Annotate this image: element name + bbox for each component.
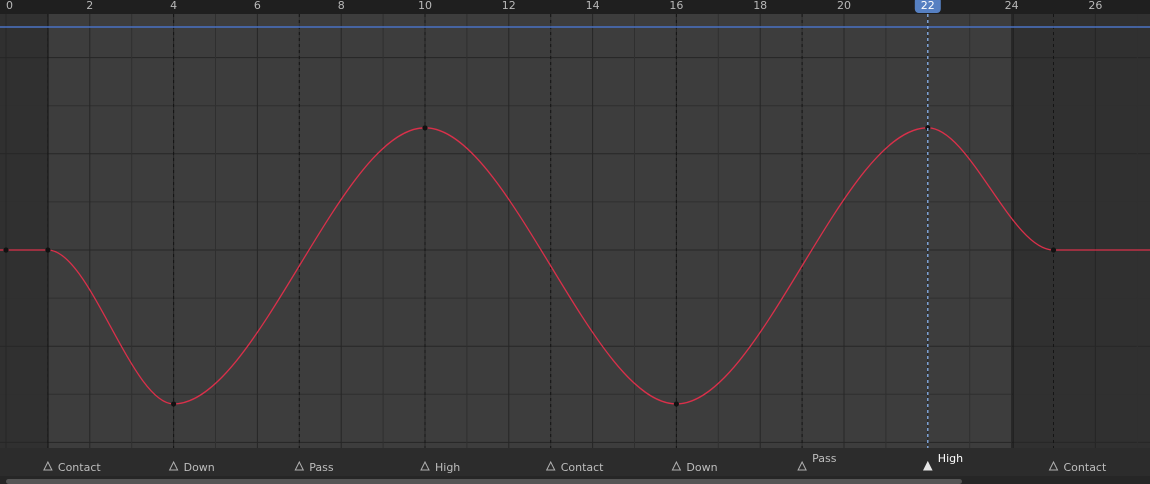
ruler-label: 24 — [1005, 0, 1019, 12]
marker-label[interactable]: Down — [184, 461, 215, 474]
horizontal-scrollbar-thumb[interactable] — [6, 479, 962, 484]
ruler-label: 16 — [669, 0, 683, 12]
keyframe-point[interactable] — [171, 401, 177, 407]
marker-label[interactable]: Pass — [309, 461, 334, 474]
current-frame-indicator[interactable]: 22 — [914, 0, 941, 13]
ruler-label: 10 — [418, 0, 432, 12]
marker-label[interactable]: Contact — [561, 461, 604, 474]
ruler-label: 14 — [586, 0, 600, 12]
keyframe-point[interactable] — [1050, 247, 1057, 253]
marker-label[interactable]: High — [435, 461, 460, 474]
preview-range-area — [48, 14, 1013, 448]
keyframe-point[interactable] — [422, 125, 428, 131]
ruler-label: 18 — [753, 0, 767, 12]
ruler-label: 20 — [837, 0, 851, 12]
marker-label[interactable]: High — [938, 452, 963, 465]
marker-label[interactable]: Contact — [1064, 461, 1107, 474]
current-frame-label: 22 — [921, 0, 935, 12]
keyframe-point[interactable] — [3, 247, 9, 253]
marker-label[interactable]: Pass — [812, 452, 837, 465]
marker-label[interactable]: Contact — [58, 461, 101, 474]
keyframe-point[interactable] — [45, 247, 51, 253]
ruler-label: 6 — [254, 0, 261, 12]
ruler-label: 4 — [170, 0, 177, 12]
ruler-label: 8 — [338, 0, 345, 12]
marker-label[interactable]: Down — [686, 461, 717, 474]
keyframe-point[interactable] — [673, 401, 680, 407]
ruler-label: 2 — [86, 0, 93, 12]
graph-canvas[interactable]: 0 2 4 6 8 10 12 14 16 18 20 24 26 22 Contact Down Pass… — [0, 0, 1150, 484]
ruler-label: 0 — [6, 0, 13, 12]
ruler-label: 26 — [1088, 0, 1102, 12]
graph-editor[interactable]: 0 2 4 6 8 10 12 14 16 18 20 24 26 22 Contact Down Pass… — [0, 0, 1150, 484]
ruler-label: 12 — [502, 0, 516, 12]
